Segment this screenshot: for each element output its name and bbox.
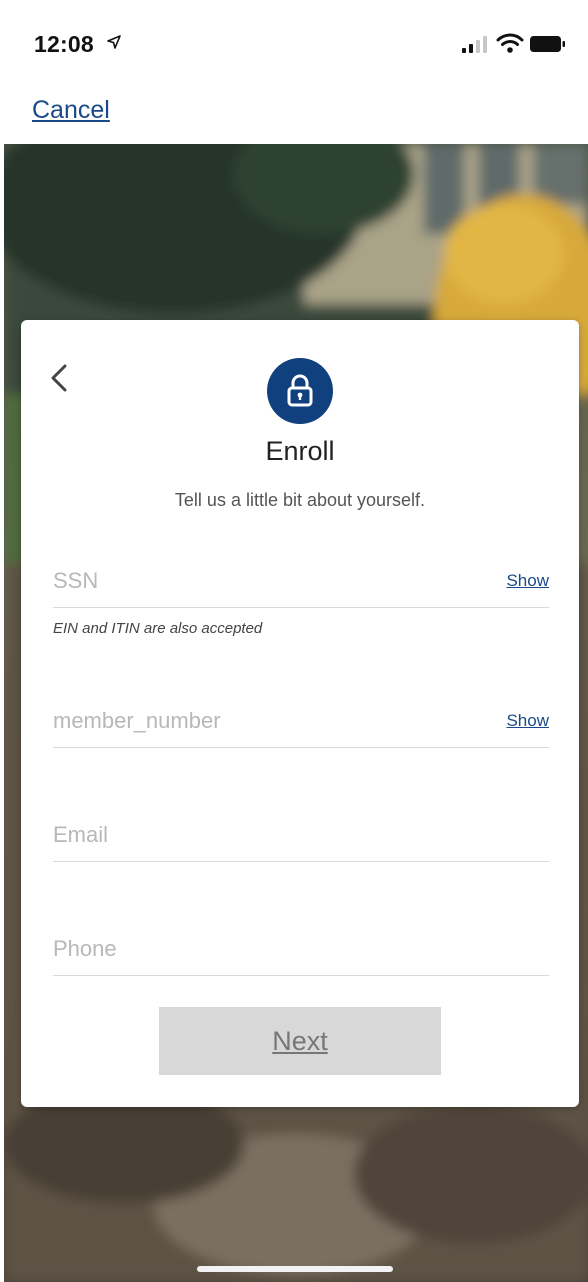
member-number-show-toggle[interactable]: Show — [506, 711, 549, 731]
ssn-show-toggle[interactable]: Show — [506, 571, 549, 591]
phone-field — [53, 925, 549, 976]
ssn-input[interactable] — [53, 561, 453, 601]
home-indicator — [197, 1266, 393, 1272]
battery-icon — [530, 36, 565, 52]
next-button[interactable]: Next — [159, 1007, 441, 1075]
navigation-bar: Cancel — [0, 84, 588, 144]
member-number-field: Show — [53, 697, 549, 748]
cancel-link[interactable]: Cancel — [32, 96, 110, 125]
status-time: 12:08 — [34, 31, 94, 57]
status-bar: 12:08 — [0, 0, 588, 84]
location-arrow-icon — [107, 35, 121, 49]
cellular-signal-icon — [462, 36, 487, 53]
status-icons — [456, 32, 566, 54]
ssn-field: Show — [53, 557, 549, 608]
ssn-hint: EIN and ITIN are also accepted — [53, 620, 263, 637]
lock-icon — [287, 374, 313, 407]
wifi-icon — [496, 33, 524, 53]
page-title: Enroll — [265, 436, 335, 466]
phone-input[interactable] — [53, 929, 453, 969]
enroll-card: Enroll Tell us a little bit about yourse… — [21, 320, 579, 1107]
member-number-input[interactable] — [53, 701, 453, 741]
chevron-left-icon[interactable] — [45, 358, 75, 398]
email-field — [53, 811, 549, 862]
lock-badge — [267, 358, 333, 424]
page-subtitle: Tell us a little bit about yourself. — [174, 490, 426, 510]
email-input[interactable] — [53, 815, 453, 855]
